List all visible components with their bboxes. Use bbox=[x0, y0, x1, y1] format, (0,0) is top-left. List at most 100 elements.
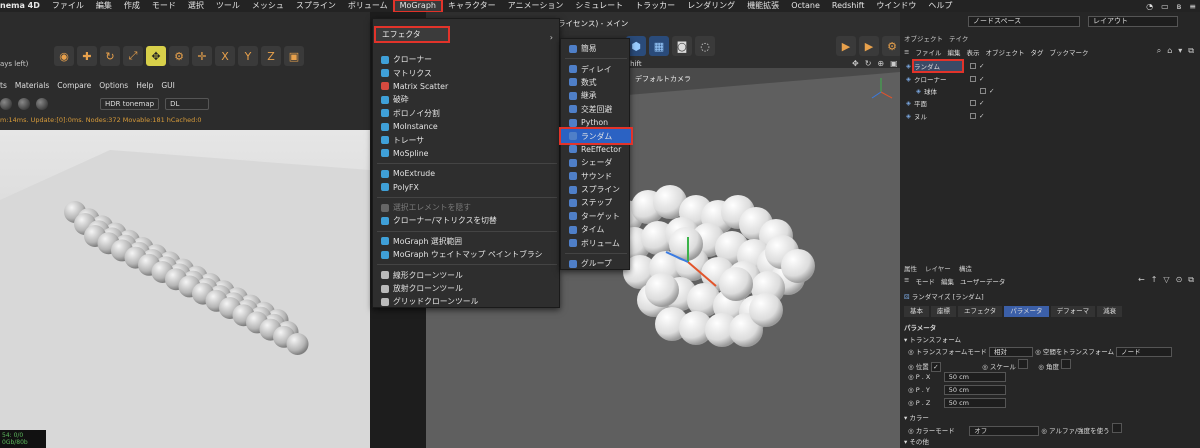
mograph-menu-item[interactable]: クローナー/マトリクスを切替 bbox=[373, 214, 561, 227]
transform-tool-icon[interactable]: ✥ bbox=[146, 46, 166, 66]
attr-tab[interactable]: 構造 bbox=[959, 263, 972, 273]
attr-menu-item[interactable]: ユーザーデータ bbox=[960, 276, 1005, 286]
new-window-icon[interactable]: ⧉ bbox=[1188, 275, 1194, 285]
x-axis-lock-icon[interactable]: X bbox=[215, 46, 235, 66]
menu-5[interactable]: ツール bbox=[210, 0, 246, 12]
mograph-menu-item[interactable]: Matrix Scatter bbox=[373, 80, 561, 93]
enabled-check-icon[interactable]: ✓ bbox=[979, 112, 984, 120]
snap-icon[interactable]: ⚙ bbox=[169, 46, 189, 66]
pz-input[interactable]: 50 cm bbox=[943, 398, 1006, 408]
transform-space-dropdown[interactable]: ノード bbox=[1116, 347, 1173, 357]
menu-19[interactable]: ヘルプ bbox=[922, 0, 958, 12]
hamburger-icon[interactable]: ≡ bbox=[904, 48, 909, 56]
mograph-menu-item[interactable]: MoSpline bbox=[373, 147, 561, 160]
visibility-checkbox[interactable] bbox=[970, 112, 976, 119]
attr-subtab[interactable]: 基本 bbox=[904, 306, 929, 317]
om-menu-item[interactable]: ファイル bbox=[915, 47, 941, 57]
object-row[interactable]: ◈ ヌル ✓ bbox=[906, 110, 1200, 122]
menu-17[interactable]: Redshift bbox=[826, 0, 870, 12]
effector-menu-item[interactable]: ターゲット bbox=[561, 210, 631, 223]
control-center-icon[interactable]: ≡ bbox=[1189, 2, 1196, 11]
effector-menu-item[interactable]: 数式 bbox=[561, 76, 631, 89]
new-window-icon[interactable]: ⧉ bbox=[1188, 46, 1194, 56]
om-menu-item[interactable]: タグ bbox=[1030, 47, 1043, 57]
tonemap-dropdown[interactable]: HDR tonemap bbox=[100, 98, 160, 110]
attr-subtab[interactable]: パラメータ bbox=[1004, 306, 1049, 317]
menu-14[interactable]: レンダリング bbox=[681, 0, 741, 12]
up-arrow-icon[interactable]: ↑ bbox=[1151, 275, 1158, 285]
mograph-menu-item[interactable]: MoGraph ウェイトマップ ペイントブラシ bbox=[373, 248, 561, 261]
render-menu-item[interactable]: ts bbox=[0, 81, 7, 90]
effector-menu-item[interactable]: Python bbox=[561, 116, 631, 129]
render-menu-item[interactable]: Options bbox=[99, 81, 128, 90]
lock-icon[interactable]: ⊙ bbox=[1176, 275, 1183, 285]
visibility-checkbox[interactable] bbox=[970, 100, 976, 107]
effector-menu-item[interactable]: 交差回避 bbox=[561, 103, 631, 116]
menu-7[interactable]: スプライン bbox=[290, 0, 342, 12]
visibility-checkbox[interactable] bbox=[970, 75, 976, 82]
menu-13[interactable]: トラッカー bbox=[629, 0, 681, 12]
effector-menu-item[interactable]: シェーダ bbox=[561, 156, 631, 169]
mograph-menu-item[interactable]: PolyFX bbox=[373, 181, 561, 194]
enabled-check-icon[interactable]: ✓ bbox=[979, 62, 984, 70]
menu-3[interactable]: モード bbox=[146, 0, 182, 12]
mograph-menu-item[interactable]: グリッドクローンツール bbox=[373, 295, 561, 308]
transform-section-header[interactable]: ▾ トランスフォーム bbox=[904, 334, 961, 344]
render-menu-item[interactable]: Materials bbox=[15, 81, 49, 90]
mograph-menu-item[interactable]: MoInstance bbox=[373, 120, 561, 133]
mograph-menu-item[interactable]: ボロノイ分割 bbox=[373, 107, 561, 120]
menu-6[interactable]: メッシュ bbox=[246, 0, 290, 12]
menu-9[interactable]: MoGraph bbox=[392, 0, 443, 12]
menu-12[interactable]: シミュレート bbox=[569, 0, 629, 12]
menu-2[interactable]: 作成 bbox=[118, 0, 146, 12]
left-viewport[interactable]: ◉ ✚ ↻ ⤢ ✥ ⚙ ✛ X Y Z ▣ ays left) ts Materi… bbox=[0, 12, 370, 448]
mograph-menu-item[interactable]: マトリクス bbox=[373, 66, 561, 79]
om-menu-item[interactable]: 編集 bbox=[947, 47, 960, 57]
object-row[interactable]: ◈ クローナー ✓ bbox=[906, 72, 1200, 84]
render-preview[interactable] bbox=[0, 130, 370, 448]
coordinate-system-icon[interactable]: ▣ bbox=[284, 46, 304, 66]
render-sphere-icon[interactable] bbox=[0, 98, 12, 110]
search-icon[interactable]: ⌕ bbox=[1157, 46, 1161, 56]
effector-menu-item[interactable]: ボリューム bbox=[561, 236, 631, 249]
scale-checkbox[interactable] bbox=[1017, 359, 1028, 369]
render-menu-item[interactable]: Compare bbox=[57, 81, 91, 90]
menu-11[interactable]: アニメーション bbox=[502, 0, 570, 12]
effector-menu-item[interactable]: サウンド bbox=[561, 170, 631, 183]
alpha-checkbox[interactable] bbox=[1111, 423, 1122, 433]
object-row[interactable]: ◈ 球体 ✓ bbox=[906, 85, 1200, 97]
scale-tool-icon[interactable]: ⤢ bbox=[123, 46, 143, 66]
render-menu-item[interactable]: Help bbox=[136, 81, 153, 90]
mograph-menu-item[interactable]: 放射クローンツール bbox=[373, 282, 561, 295]
effector-menu-item[interactable]: ステップ bbox=[561, 196, 631, 209]
filter-icon[interactable]: ▽ bbox=[1163, 275, 1169, 285]
effector-menu-item[interactable]: ランダム bbox=[559, 127, 633, 145]
effector-menu-item[interactable]: ReEffector bbox=[561, 143, 631, 156]
visibility-checkbox[interactable] bbox=[970, 63, 976, 70]
effector-menu-item[interactable]: タイム bbox=[561, 223, 631, 236]
node-space-dropdown[interactable]: ノードスペース bbox=[968, 16, 1080, 27]
mograph-menu-item[interactable]: トレーサ bbox=[373, 133, 561, 146]
render-menu-item[interactable]: GUI bbox=[161, 81, 175, 90]
om-tab[interactable]: テイク bbox=[949, 33, 968, 43]
effector-menu-item[interactable]: ディレイ bbox=[561, 62, 631, 75]
attr-menu-item[interactable]: モード bbox=[915, 276, 935, 286]
menu-1[interactable]: 編集 bbox=[90, 0, 118, 12]
attr-tab[interactable]: レイヤー bbox=[925, 263, 951, 273]
axis-icon[interactable]: ✛ bbox=[192, 46, 212, 66]
bluetooth-icon[interactable]: ʙ bbox=[1177, 2, 1182, 11]
visibility-checkbox[interactable] bbox=[980, 87, 986, 94]
mograph-menu-item[interactable]: MoExtrude bbox=[373, 167, 561, 180]
menu-15[interactable]: 機能拡張 bbox=[741, 0, 785, 12]
mograph-menu-item[interactable]: 線形クローンツール bbox=[373, 268, 561, 281]
z-axis-lock-icon[interactable]: Z bbox=[261, 46, 281, 66]
material-preview-icon[interactable] bbox=[18, 98, 30, 110]
angle-checkbox[interactable] bbox=[1061, 359, 1072, 369]
light-preview-icon[interactable] bbox=[36, 98, 48, 110]
select-tool-icon[interactable]: ◉ bbox=[54, 46, 74, 66]
home-icon[interactable]: ⌂ bbox=[1167, 46, 1172, 56]
effector-menu-item[interactable]: 継承 bbox=[561, 89, 631, 102]
menu-16[interactable]: Octane bbox=[785, 0, 826, 12]
attr-subtab[interactable]: 減衰 bbox=[1097, 306, 1123, 317]
rotate-tool-icon[interactable]: ↻ bbox=[100, 46, 120, 66]
